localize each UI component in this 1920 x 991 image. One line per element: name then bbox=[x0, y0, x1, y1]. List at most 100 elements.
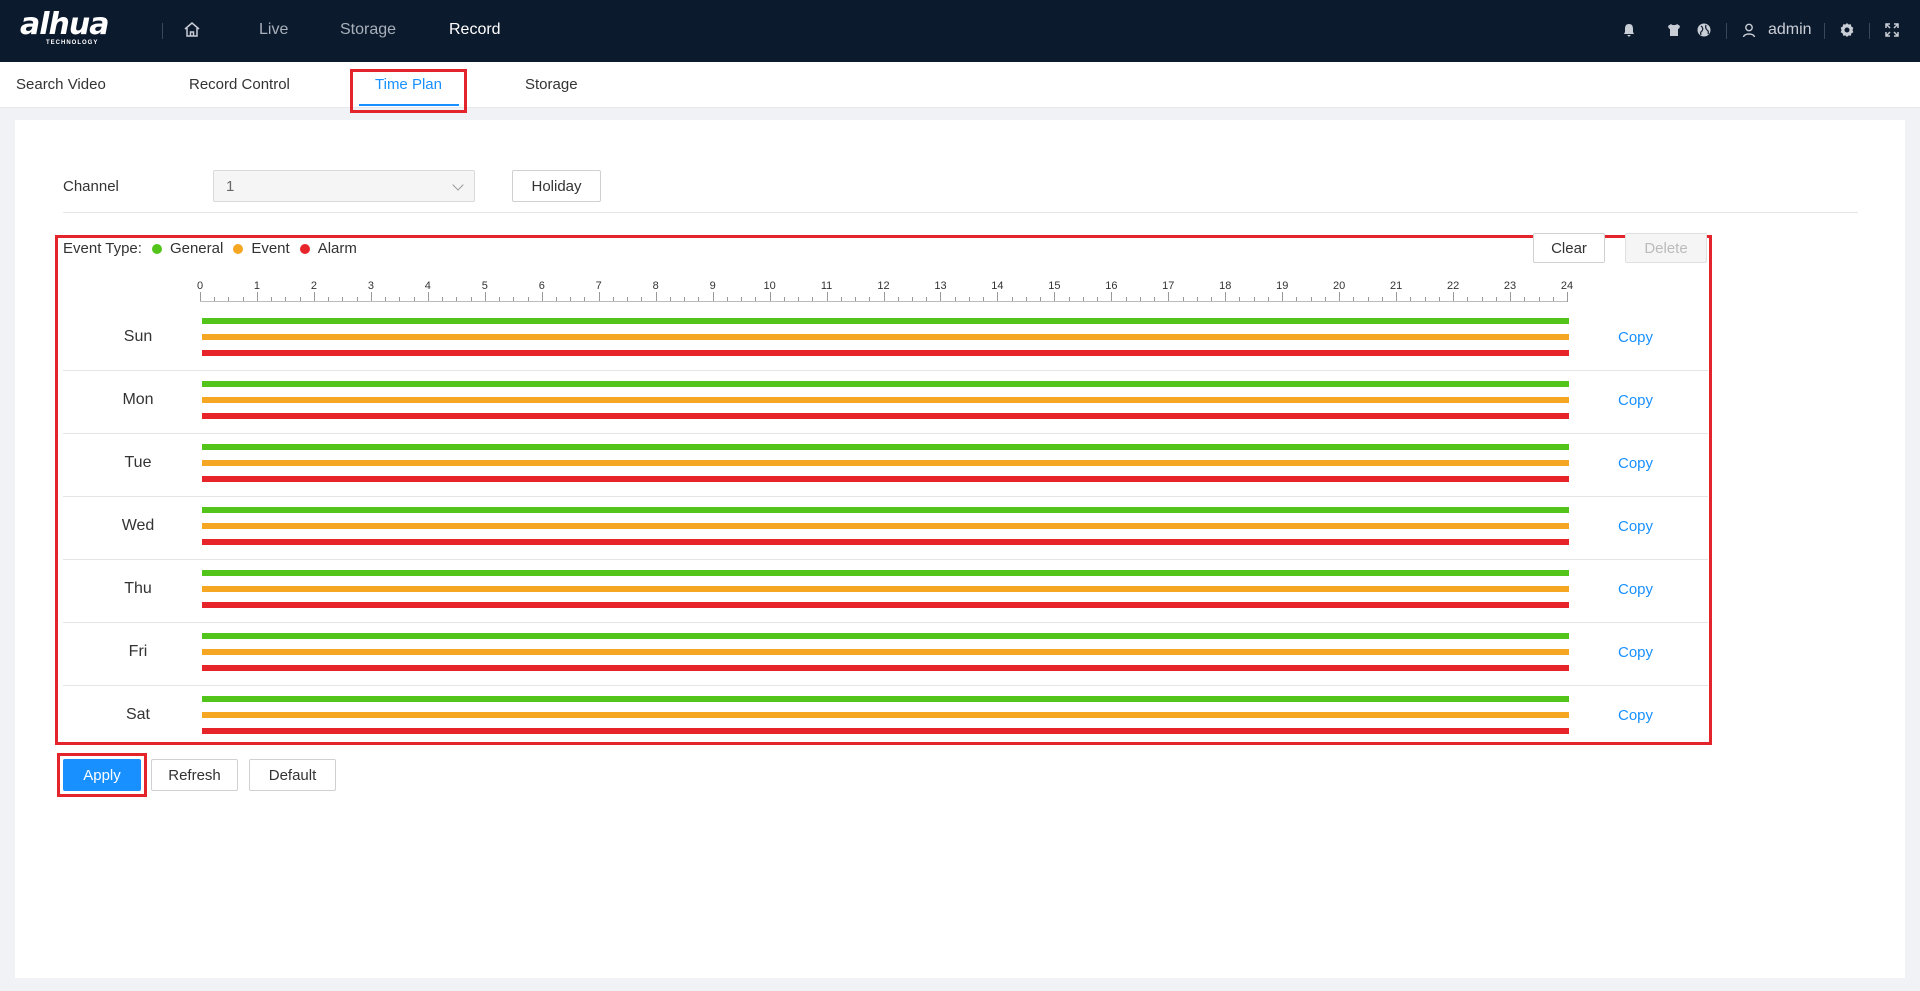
hour-tick-label: 14 bbox=[991, 280, 1004, 292]
nav-live[interactable]: Live bbox=[259, 21, 288, 39]
bell-icon[interactable] bbox=[1621, 22, 1637, 38]
event-schedule-bar[interactable] bbox=[202, 397, 1569, 403]
copy-link[interactable]: Copy bbox=[1618, 329, 1653, 346]
divider bbox=[1869, 23, 1870, 39]
hour-tick-label: 17 bbox=[1162, 280, 1175, 292]
hour-tick-label: 3 bbox=[367, 280, 374, 292]
day-label: Thu bbox=[124, 580, 152, 597]
copy-link[interactable]: Copy bbox=[1618, 707, 1653, 724]
hour-tick-label: 11 bbox=[820, 280, 833, 292]
hour-tick-label: 8 bbox=[652, 280, 659, 292]
hour-tick-label: 15 bbox=[1048, 280, 1061, 292]
channel-value: 1 bbox=[226, 178, 235, 195]
hour-tick-label: 19 bbox=[1276, 280, 1289, 292]
general-schedule-bar[interactable] bbox=[202, 318, 1569, 324]
copy-link[interactable]: Copy bbox=[1618, 518, 1653, 535]
chevron-down-icon bbox=[452, 179, 464, 191]
day-label: Tue bbox=[124, 454, 152, 471]
legend-event: Event bbox=[251, 240, 290, 257]
channel-select[interactable]: 1 bbox=[213, 170, 475, 202]
general-schedule-bar[interactable] bbox=[202, 507, 1569, 513]
alarm-schedule-bar[interactable] bbox=[202, 476, 1569, 482]
apply-button[interactable]: Apply bbox=[63, 759, 141, 791]
fullscreen-icon[interactable] bbox=[1884, 22, 1900, 38]
hour-tick-label: 0 bbox=[196, 280, 204, 292]
alarm-schedule-bar[interactable] bbox=[202, 350, 1569, 356]
alarm-schedule-bar[interactable] bbox=[202, 665, 1569, 671]
hour-tick-label: 10 bbox=[763, 280, 776, 292]
row-divider bbox=[63, 496, 1708, 497]
event-schedule-bar[interactable] bbox=[202, 712, 1569, 718]
alarm-dot-icon bbox=[299, 243, 310, 254]
general-schedule-bar[interactable] bbox=[202, 381, 1569, 387]
event-schedule-bar[interactable] bbox=[202, 334, 1569, 340]
alarm-schedule-bar[interactable] bbox=[202, 413, 1569, 419]
alarm-schedule-bar[interactable] bbox=[202, 602, 1569, 608]
day-label: Wed bbox=[121, 517, 155, 534]
legend-label: Event Type: bbox=[63, 240, 142, 257]
alarm-schedule-bar[interactable] bbox=[202, 539, 1569, 545]
default-button[interactable]: Default bbox=[249, 759, 336, 791]
general-schedule-bar[interactable] bbox=[202, 444, 1569, 450]
brand-logo-subtitle: TECHNOLOGY bbox=[46, 40, 99, 46]
alarm-schedule-bar[interactable] bbox=[202, 728, 1569, 734]
hour-tick-label: 18 bbox=[1219, 280, 1232, 292]
nav-record[interactable]: Record bbox=[449, 21, 501, 39]
general-schedule-bar[interactable] bbox=[202, 570, 1569, 576]
shirt-icon[interactable] bbox=[1666, 22, 1682, 38]
delete-button[interactable]: Delete bbox=[1625, 233, 1707, 263]
day-label: Sat bbox=[125, 706, 150, 723]
gear-icon[interactable] bbox=[1839, 22, 1855, 38]
row-divider bbox=[63, 433, 1708, 434]
hour-tick-label: 24 bbox=[1560, 280, 1574, 292]
general-dot-icon bbox=[151, 243, 162, 254]
tab-record-control[interactable]: Record Control bbox=[189, 76, 290, 93]
hour-tick-label: 1 bbox=[253, 280, 261, 292]
event-schedule-bar[interactable] bbox=[202, 586, 1569, 592]
clear-button[interactable]: Clear bbox=[1533, 233, 1605, 263]
user-icon[interactable] bbox=[1741, 22, 1757, 38]
hour-tick-label: 16 bbox=[1105, 280, 1118, 292]
divider bbox=[162, 23, 163, 39]
tab-storage[interactable]: Storage bbox=[525, 76, 578, 93]
event-type-legend: Event Type: General Event Alarm bbox=[63, 240, 357, 257]
copy-link[interactable]: Copy bbox=[1618, 644, 1653, 661]
divider bbox=[63, 212, 1858, 213]
holiday-button[interactable]: Holiday bbox=[512, 170, 601, 202]
day-label: Sun bbox=[123, 328, 153, 345]
hour-tick-label: 9 bbox=[709, 280, 716, 292]
general-schedule-bar[interactable] bbox=[202, 633, 1569, 639]
nav-storage[interactable]: Storage bbox=[340, 21, 396, 39]
copy-link[interactable]: Copy bbox=[1618, 392, 1653, 409]
copy-link[interactable]: Copy bbox=[1618, 581, 1653, 598]
highlight-box bbox=[350, 69, 467, 113]
username[interactable]: admin bbox=[1768, 21, 1812, 39]
globe-icon[interactable] bbox=[1696, 22, 1712, 38]
general-schedule-bar[interactable] bbox=[202, 696, 1569, 702]
copy-link[interactable]: Copy bbox=[1618, 455, 1653, 472]
divider bbox=[1726, 23, 1727, 39]
hour-tick-label: 20 bbox=[1333, 280, 1346, 292]
hour-tick-label: 23 bbox=[1503, 280, 1517, 292]
row-divider bbox=[63, 559, 1708, 560]
row-divider bbox=[63, 685, 1708, 686]
sub-tab-bar: Search Video Record Control Time Plan St… bbox=[0, 62, 1920, 108]
hour-tick-label: 5 bbox=[481, 280, 488, 292]
day-label: Mon bbox=[122, 391, 154, 408]
event-schedule-bar[interactable] bbox=[202, 523, 1569, 529]
home-icon[interactable] bbox=[182, 20, 202, 40]
hour-tick-label: 2 bbox=[310, 280, 317, 292]
event-schedule-bar[interactable] bbox=[202, 460, 1569, 466]
channel-label: Channel bbox=[63, 178, 119, 195]
brand-logo: alhua bbox=[20, 7, 109, 42]
tab-search-video[interactable]: Search Video bbox=[16, 76, 106, 93]
refresh-button[interactable]: Refresh bbox=[151, 759, 238, 791]
event-schedule-bar[interactable] bbox=[202, 649, 1569, 655]
hour-tick-label: 4 bbox=[424, 280, 431, 292]
hour-tick-label: 21 bbox=[1390, 280, 1403, 292]
row-divider bbox=[63, 370, 1708, 371]
legend-general: General bbox=[169, 240, 224, 257]
hour-tick-label: 7 bbox=[595, 280, 602, 292]
hour-tick-label: 13 bbox=[934, 280, 947, 292]
divider bbox=[1824, 23, 1825, 39]
